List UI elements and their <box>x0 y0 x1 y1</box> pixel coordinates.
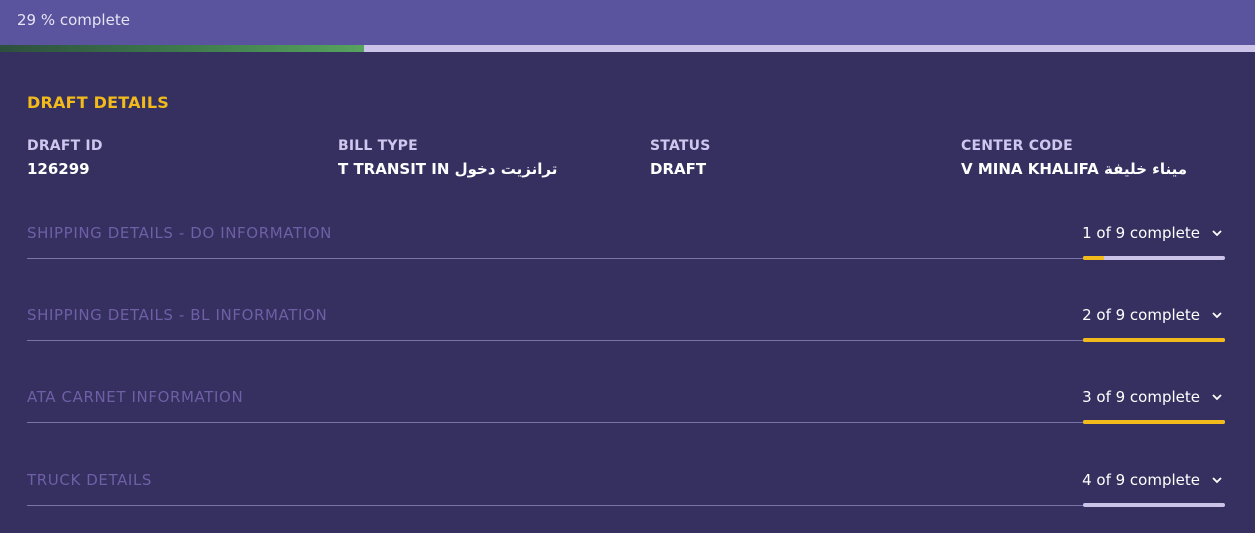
accordion-divider <box>27 505 1225 506</box>
section-progress-fill <box>1083 256 1105 260</box>
section-progress-bar <box>1083 338 1225 342</box>
overall-progress-label: 29 % complete <box>17 11 130 29</box>
bill-type-label: BILL TYPE <box>338 138 418 154</box>
accordion-status: 1 of 9 complete <box>1082 224 1200 242</box>
accordion-do-information[interactable]: SHIPPING DETAILS - DO INFORMATION 1 of 9… <box>27 224 1225 264</box>
chevron-down-icon[interactable] <box>1211 391 1223 403</box>
accordion-title: TRUCK DETAILS <box>27 471 153 489</box>
section-progress-fill <box>1083 338 1225 342</box>
chevron-down-icon[interactable] <box>1211 227 1223 239</box>
accordion-status: 3 of 9 complete <box>1082 388 1200 406</box>
section-progress-bar <box>1083 420 1225 424</box>
draft-id-field: DRAFT ID 126299 <box>27 138 103 178</box>
overall-progress-bar <box>0 45 1255 52</box>
draft-details-title: DRAFT DETAILS <box>27 93 169 112</box>
accordion-divider <box>27 258 1225 259</box>
accordion-truck-details[interactable]: TRUCK DETAILS 4 of 9 complete <box>27 471 1225 511</box>
status-field: STATUS DRAFT <box>650 138 711 178</box>
chevron-down-icon[interactable] <box>1211 309 1223 321</box>
center-code-value: V MINA KHALIFA ميناء خليفة <box>961 160 1188 178</box>
accordion-status: 4 of 9 complete <box>1082 471 1200 489</box>
progress-header: 29 % complete <box>0 0 1255 45</box>
accordion-divider <box>27 422 1225 423</box>
accordion-ata-carnet[interactable]: ATA CARNET INFORMATION 3 of 9 complete <box>27 388 1225 428</box>
section-progress-bar <box>1083 503 1225 507</box>
status-label: STATUS <box>650 138 711 154</box>
accordion-bl-information[interactable]: SHIPPING DETAILS - BL INFORMATION 2 of 9… <box>27 306 1225 346</box>
accordion-status: 2 of 9 complete <box>1082 306 1200 324</box>
chevron-down-icon[interactable] <box>1211 474 1223 486</box>
draft-id-label: DRAFT ID <box>27 138 103 154</box>
center-code-field: CENTER CODE V MINA KHALIFA ميناء خليفة <box>961 138 1187 178</box>
center-code-label: CENTER CODE <box>961 138 1073 154</box>
accordion-divider <box>27 340 1225 341</box>
status-value: DRAFT <box>650 160 707 178</box>
bill-type-value: T TRANSIT IN ترانزيت دخول <box>338 160 558 178</box>
accordion-title: SHIPPING DETAILS - DO INFORMATION <box>27 224 332 242</box>
overall-progress-fill <box>0 45 364 52</box>
draft-id-value: 126299 <box>27 160 90 178</box>
section-progress-fill <box>1083 420 1225 424</box>
accordion-title: SHIPPING DETAILS - BL INFORMATION <box>27 306 328 324</box>
accordion-title: ATA CARNET INFORMATION <box>27 388 244 406</box>
bill-type-field: BILL TYPE T TRANSIT IN ترانزيت دخول <box>338 138 557 178</box>
section-progress-bar <box>1083 256 1225 260</box>
